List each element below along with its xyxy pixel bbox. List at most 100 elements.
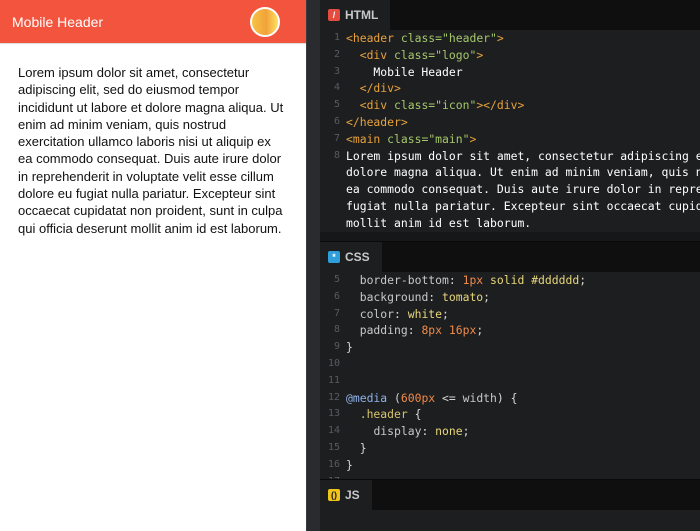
js-code-editor[interactable]	[320, 510, 700, 531]
code-token: }	[346, 457, 353, 472]
code-token: Mobile Header	[346, 64, 463, 79]
tab-html[interactable]: / HTML	[320, 0, 391, 30]
code-text: }	[346, 339, 700, 356]
code-token: border-bottom	[359, 273, 449, 287]
code-token: dolore magna aliqua. Ut enim ad minim ve…	[346, 165, 700, 180]
css-code-line: 7 color: white;	[320, 306, 700, 323]
css-code-line: 16}	[320, 457, 700, 474]
code-token: :	[407, 323, 422, 338]
code-token: 8px	[421, 323, 443, 338]
code-text: <div class="icon"></div>	[346, 97, 700, 114]
code-token: fugiat nulla pariatur. Excepteur sint oc…	[346, 198, 700, 213]
code-token: 16px	[448, 323, 477, 338]
html-code-line: 3 Mobile Header	[320, 64, 700, 81]
css-code-editor[interactable]: 5 border-bottom: 1px solid #dddddd; 6 bac…	[320, 272, 700, 479]
code-token: ;	[476, 323, 484, 338]
code-token: :	[421, 424, 436, 439]
code-token: tomato	[442, 289, 484, 304]
code-token: ;	[462, 424, 470, 439]
js-editor-panel: () JS	[320, 479, 700, 531]
line-number: 6	[333, 290, 340, 302]
code-token: {	[407, 407, 422, 422]
code-token: solid	[490, 273, 525, 287]
code-token: padding	[359, 323, 408, 338]
line-number	[320, 181, 346, 198]
css-editor-panel: * CSS 5 border-bottom: 1px solid #dddddd…	[320, 241, 700, 479]
code-token: width	[462, 390, 497, 405]
code-token: mollit anim id est laborum.	[346, 215, 532, 230]
code-token: :	[428, 289, 443, 304]
code-text: mollit anim id est laborum.	[346, 215, 700, 232]
html-code-line: 4 </div>	[320, 80, 700, 97]
code-token: none	[435, 424, 463, 439]
code-token: 1px	[462, 273, 484, 287]
code-text: </div>	[346, 80, 700, 97]
tab-css[interactable]: * CSS	[320, 242, 382, 272]
pane-resize-handle[interactable]	[306, 0, 320, 531]
code-text: <header class="header">	[346, 30, 700, 47]
css-code-line: 8 padding: 8px 16px;	[320, 322, 700, 339]
code-token: </div>	[359, 81, 401, 96]
line-number: 4	[333, 82, 340, 94]
line-number: 7	[333, 132, 340, 144]
code-token: <main	[346, 131, 388, 146]
preview-logo-text: Mobile Header	[12, 13, 104, 30]
tab-css-label: CSS	[345, 250, 370, 264]
code-token: }	[346, 340, 353, 355]
html-code-line: fugiat nulla pariatur. Excepteur sint oc…	[320, 198, 700, 215]
code-token: Lorem ipsum dolor sit amet, consectetur …	[346, 148, 700, 163]
html-file-icon: /	[328, 9, 340, 21]
code-text: }	[346, 457, 700, 474]
css-code-line: 12 @media (600px <= width) {	[320, 390, 700, 407]
code-token: ea commodo consequat. Duis aute irure do…	[346, 182, 700, 197]
line-number: 13	[327, 408, 340, 420]
code-text: Mobile Header	[346, 64, 700, 81]
tab-js[interactable]: () JS	[320, 480, 372, 510]
line-number	[320, 198, 346, 215]
code-text: ea commodo consequat. Duis aute irure do…	[346, 181, 700, 198]
css-code-line: 10	[320, 356, 700, 373]
line-number: 12	[327, 391, 340, 403]
html-code-line: 5 <div class="icon"></div>	[320, 97, 700, 114]
code-token: #dddddd	[531, 273, 580, 287]
code-text: color: white;	[346, 306, 700, 323]
html-code-line: 7 <main class="main">	[320, 131, 700, 148]
code-text: <div class="logo">	[346, 47, 700, 64]
code-token: class=	[387, 131, 429, 146]
line-number: 16	[327, 458, 340, 470]
tab-html-label: HTML	[345, 8, 379, 22]
code-token: "logo"	[435, 47, 477, 62]
line-number: 14	[327, 425, 340, 437]
code-token: white	[407, 306, 443, 321]
code-token: "header"	[442, 31, 497, 45]
html-code-editor[interactable]: 1 <header class="header"> 2 <div class="lo…	[320, 30, 700, 232]
code-token: background	[359, 289, 429, 304]
css-code-line: 13 .header {	[320, 406, 700, 423]
code-token: display	[373, 424, 422, 439]
code-token: class=	[400, 31, 443, 45]
line-number	[320, 164, 346, 181]
line-number: 8	[333, 149, 340, 161]
line-number: 7	[333, 307, 340, 319]
css-code-line: 11	[320, 373, 700, 390]
line-number: 6	[333, 115, 340, 127]
line-number: 15	[327, 441, 340, 453]
preview-pane: Mobile Header Lorem ipsum dolor sit amet…	[0, 0, 306, 531]
code-token: <=	[435, 390, 463, 405]
code-token: <div	[359, 47, 395, 62]
css-code-line: 6 background: tomato;	[320, 289, 700, 306]
html-code-line: 6 </header>	[320, 114, 700, 131]
html-code-line: 1 <header class="header">	[320, 30, 700, 47]
line-number: 9	[333, 341, 340, 353]
code-text: .header {	[346, 406, 700, 423]
code-token: "icon"	[435, 98, 477, 113]
html-code-line: 2 <div class="logo">	[320, 47, 700, 64]
